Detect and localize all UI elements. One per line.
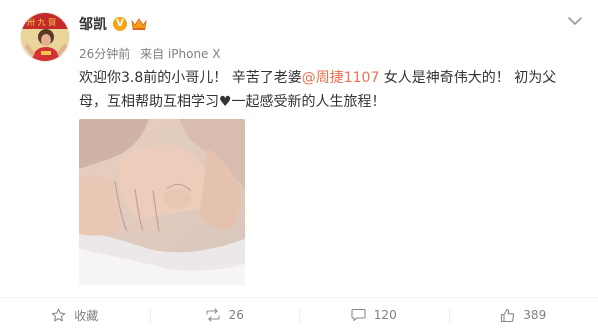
post-photo[interactable] — [79, 119, 245, 285]
favorite-button[interactable]: 收藏 — [0, 298, 150, 332]
action-bar: 收藏 26 120 389 — [0, 297, 598, 332]
like-button[interactable]: 389 — [448, 298, 598, 332]
post-meta: 26分钟前 来自 iPhone X — [79, 45, 220, 62]
post-time[interactable]: 26分钟前 — [79, 47, 130, 61]
repost-count: 26 — [228, 308, 244, 322]
like-icon — [501, 308, 515, 322]
comment-icon — [351, 308, 366, 322]
verified-icon: V — [113, 17, 127, 31]
post-source: 来自 iPhone X — [140, 47, 221, 61]
weibo-post-card: 卅 九 賀 邹凯 V 26分钟前 来自 iPhone X 欢迎你3.8前的小哥儿… — [0, 0, 598, 332]
favorite-icon — [51, 308, 66, 321]
author-line: 邹凯 V — [79, 14, 147, 34]
comment-button[interactable]: 120 — [299, 298, 449, 332]
chevron-down-icon[interactable] — [568, 16, 582, 26]
author-name[interactable]: 邹凯 — [79, 14, 107, 34]
baby-hands-photo — [79, 119, 245, 285]
crown-icon[interactable] — [131, 17, 147, 31]
post-text: 欢迎你3.8前的小哥儿！ 辛苦了老婆@周捷1107 女人是神奇伟大的！ 初为父母… — [79, 66, 579, 114]
like-count: 389 — [523, 308, 547, 322]
avatar-image: 卅 九 賀 — [21, 13, 69, 61]
repost-button[interactable]: 26 — [149, 298, 300, 332]
avatar[interactable]: 卅 九 賀 — [20, 12, 70, 62]
comment-count: 120 — [373, 308, 397, 322]
mention-link[interactable]: @周捷1107 — [302, 70, 380, 86]
repost-icon — [206, 308, 220, 322]
favorite-label: 收藏 — [74, 308, 99, 323]
post-text-before: 欢迎你3.8前的小哥儿！ 辛苦了老婆 — [79, 70, 302, 86]
svg-text:卅 九 賀: 卅 九 賀 — [27, 17, 56, 27]
